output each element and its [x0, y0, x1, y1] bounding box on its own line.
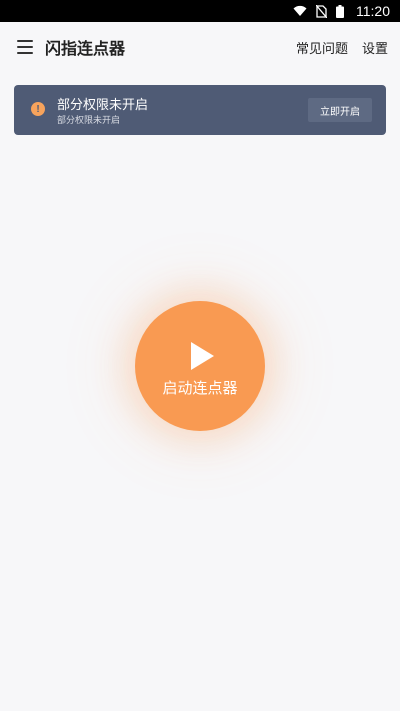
- status-time: 11:20: [356, 3, 390, 19]
- notice-title: 部分权限未开启: [57, 98, 149, 113]
- menu-icon[interactable]: [17, 40, 33, 54]
- app-bar: 闪指连点器 常见问题 设置: [0, 22, 400, 72]
- permission-notice: ! 部分权限未开启 部分权限未开启 立即开启: [14, 85, 386, 135]
- start-clicker-label: 启动连点器: [162, 379, 238, 397]
- warning-icon: !: [31, 102, 45, 116]
- no-sim-icon: [316, 4, 327, 18]
- page-title: 闪指连点器: [45, 39, 126, 58]
- settings-link[interactable]: 设置: [362, 38, 388, 57]
- notice-subtitle: 部分权限未开启: [57, 116, 121, 126]
- wifi-icon: [293, 5, 307, 17]
- faq-link[interactable]: 常见问题: [296, 38, 348, 57]
- battery-icon: [336, 4, 344, 18]
- play-icon: [191, 342, 214, 370]
- status-bar: 11:20: [0, 0, 400, 22]
- start-clicker-button[interactable]: 启动连点器: [135, 301, 265, 431]
- enable-now-button[interactable]: 立即开启: [308, 98, 372, 122]
- app-bar-actions: 常见问题 设置: [296, 22, 388, 72]
